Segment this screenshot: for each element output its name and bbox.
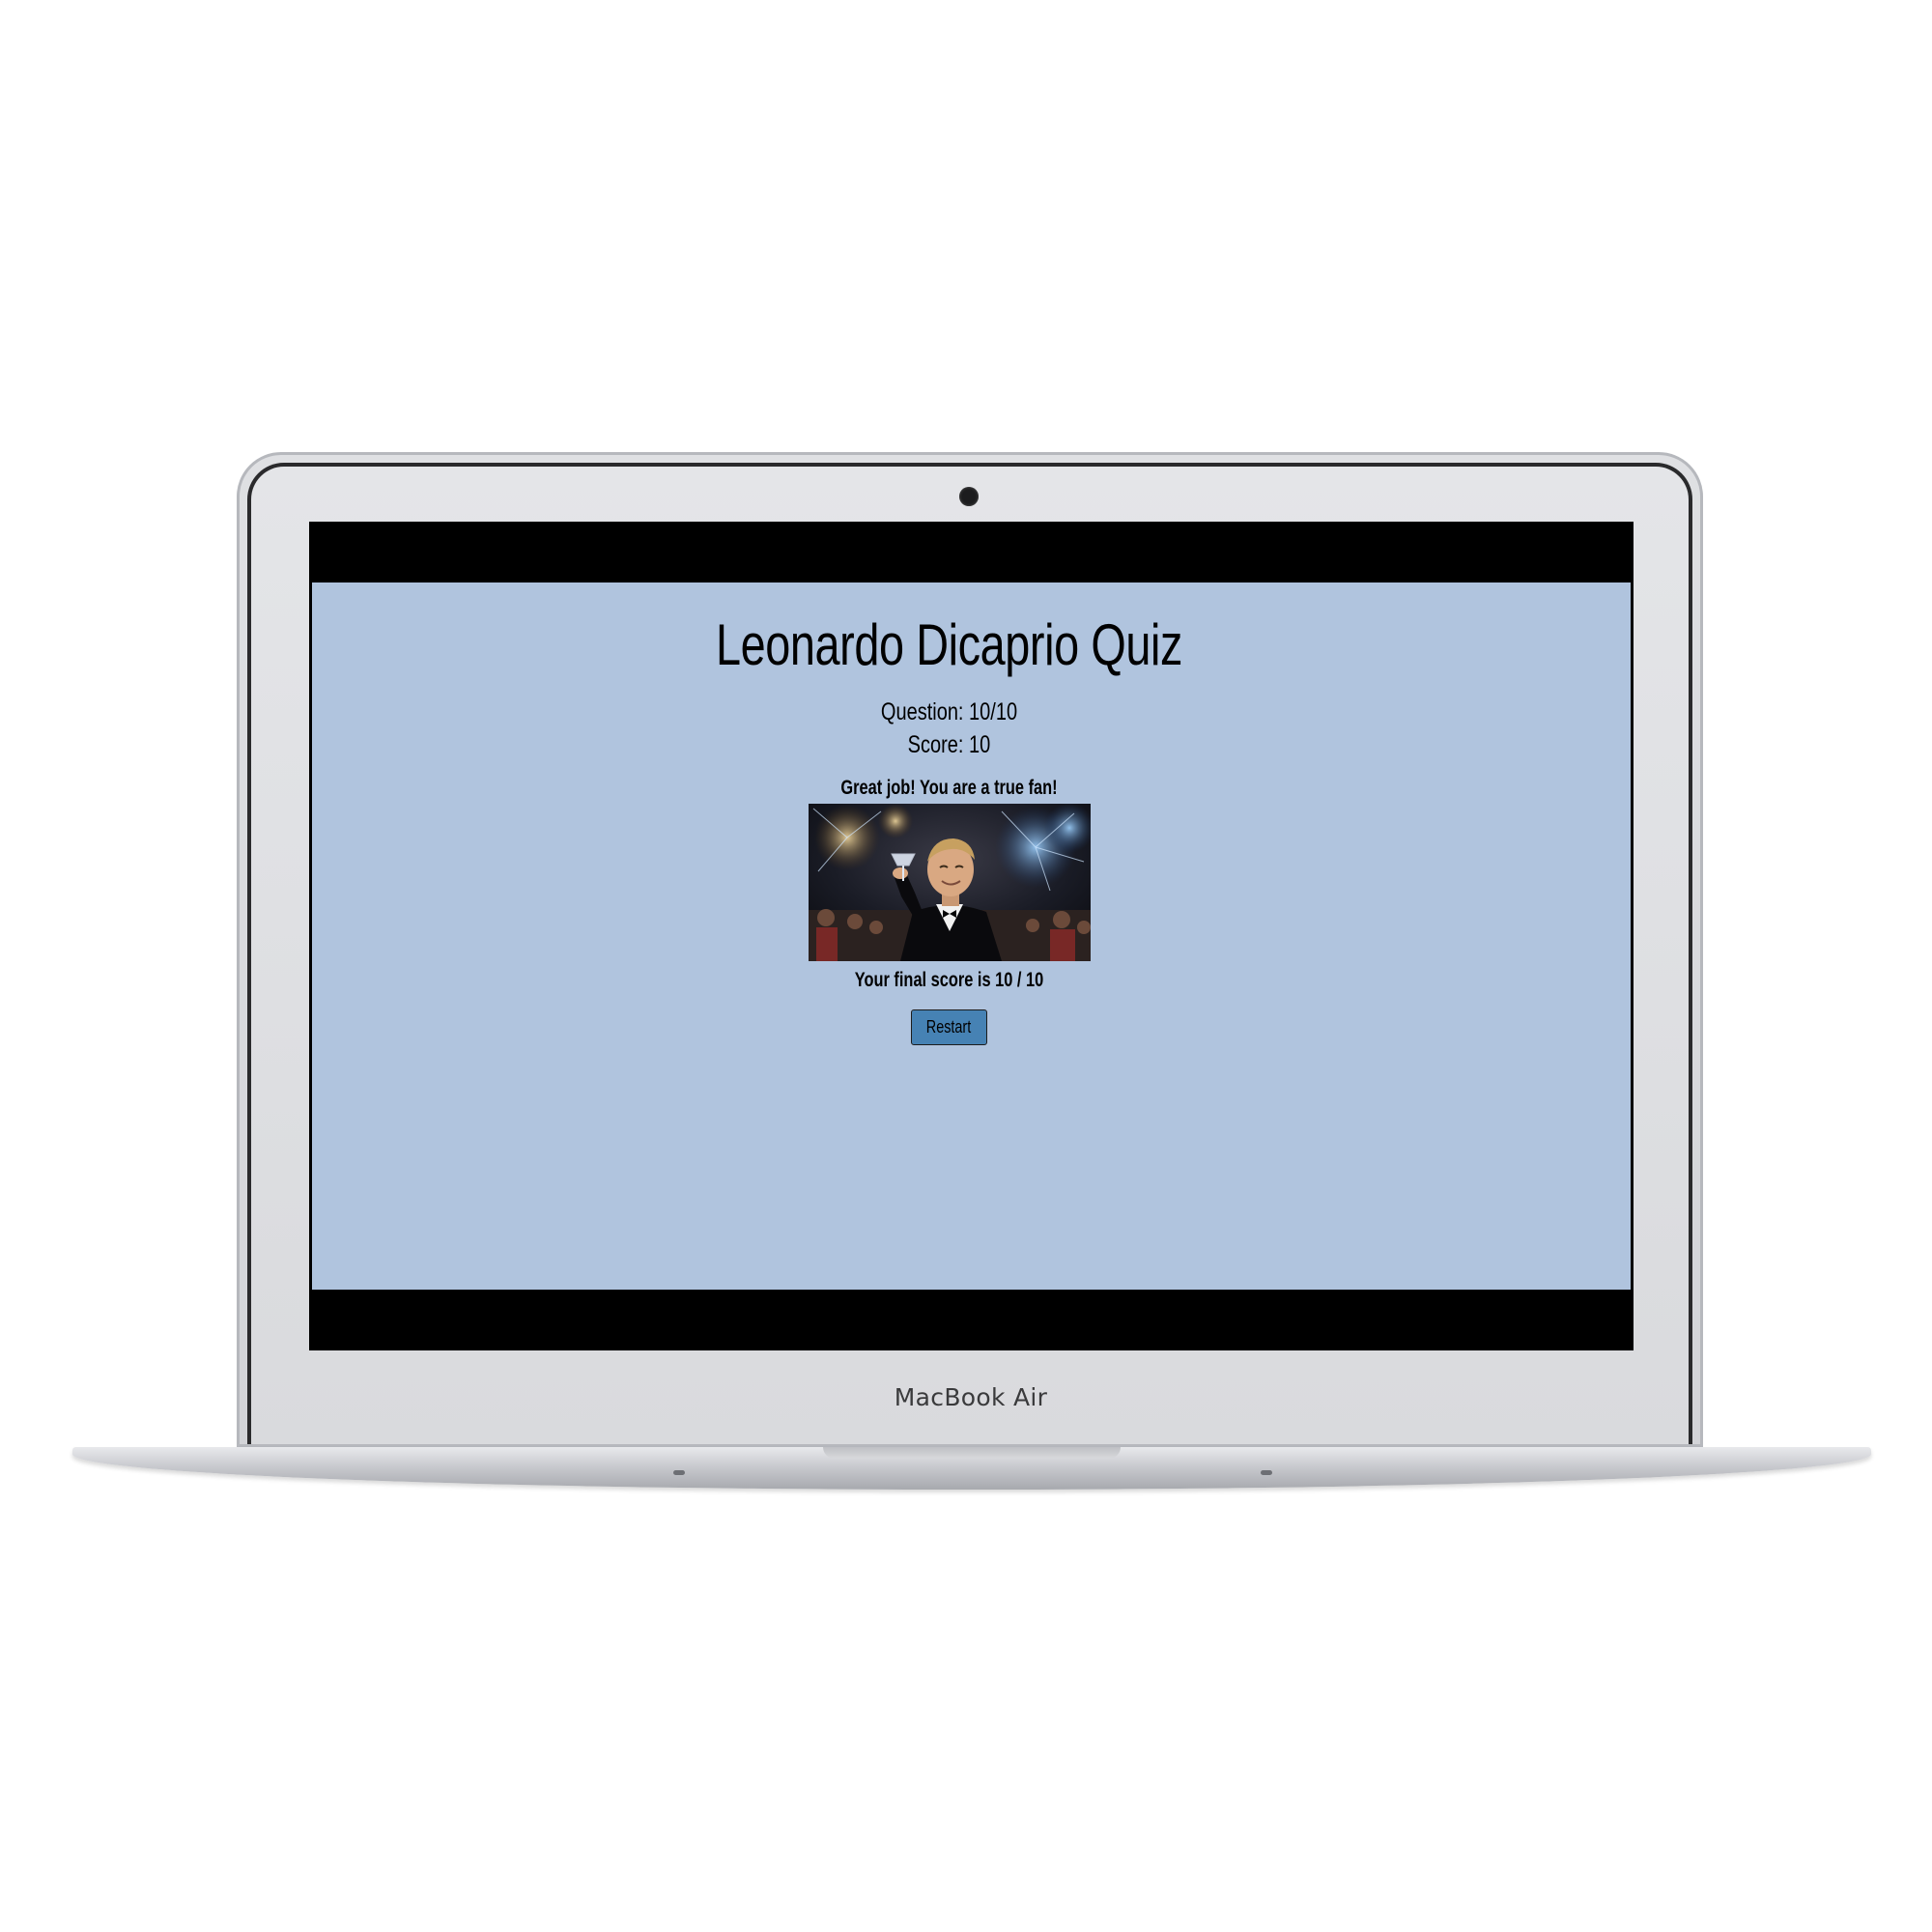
webcam-icon — [959, 487, 979, 506]
lid-notch — [823, 1447, 1121, 1459]
question-counter: Question: 10/10 — [880, 698, 1018, 725]
restart-button[interactable]: Restart — [911, 1009, 987, 1045]
restart-button-label: Restart — [926, 1017, 972, 1037]
letterbox-top — [309, 522, 1634, 582]
result-message: Great job! You are a true fan! — [840, 777, 1058, 799]
quiz-container: Leonardo Dicaprio Quiz Question: 10/10 S… — [312, 582, 1586, 1045]
laptop-foot — [1261, 1470, 1272, 1475]
score-display: Score: 10 — [907, 731, 991, 758]
page-title: Leonardo Dicaprio Quiz — [715, 612, 1183, 677]
laptop-screen: Leonardo Dicaprio Quiz Question: 10/10 S… — [309, 522, 1634, 1350]
letterbox-bottom — [309, 1290, 1634, 1350]
quiz-status: Question: 10/10 Score: 10 — [312, 696, 1586, 761]
device-brand-label: MacBook Air — [894, 1383, 1048, 1411]
laptop-foot — [673, 1470, 685, 1475]
celebration-photo — [808, 804, 1091, 961]
final-score: Your final score is 10 / 10 — [854, 969, 1044, 991]
quiz-page: Leonardo Dicaprio Quiz Question: 10/10 S… — [312, 582, 1631, 1290]
